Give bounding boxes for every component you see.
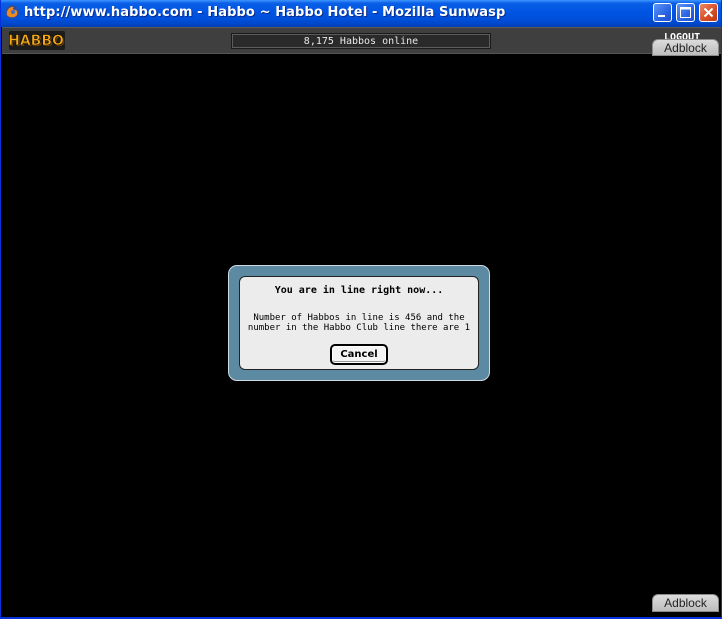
adblock-tab-top[interactable]: Adblock xyxy=(652,39,719,56)
title-bar[interactable]: http://www.habbo.com - Habbo ~ Habbo Hot… xyxy=(1,0,721,27)
queue-dialog-body: You are in line right now... Number of H… xyxy=(239,276,479,370)
habbo-top-bar: HABBO HABBO 8,175 Habbos online LOGOUT xyxy=(2,27,721,54)
window-title: http://www.habbo.com - Habbo ~ Habbo Hot… xyxy=(24,5,506,20)
adblock-tab-bottom[interactable]: Adblock xyxy=(652,594,719,612)
habbo-logo[interactable]: HABBO HABBO xyxy=(9,31,65,50)
queue-dialog: You are in line right now... Number of H… xyxy=(228,265,490,381)
queue-position-message: Number of Habbos in line is 456 and the … xyxy=(247,313,471,333)
close-button[interactable] xyxy=(699,3,718,22)
close-icon xyxy=(703,7,714,18)
maximize-button[interactable] xyxy=(676,3,695,22)
firefox-icon xyxy=(5,5,19,19)
browser-window: http://www.habbo.com - Habbo ~ Habbo Hot… xyxy=(0,0,722,619)
online-count-display: 8,175 Habbos online xyxy=(231,33,491,49)
cancel-button[interactable]: Cancel xyxy=(330,344,388,365)
dialog-title: You are in line right now... xyxy=(274,285,444,296)
svg-text:HABBO: HABBO xyxy=(9,33,64,49)
minimize-icon xyxy=(658,15,665,17)
minimize-button[interactable] xyxy=(653,3,672,22)
maximize-icon xyxy=(680,7,691,18)
